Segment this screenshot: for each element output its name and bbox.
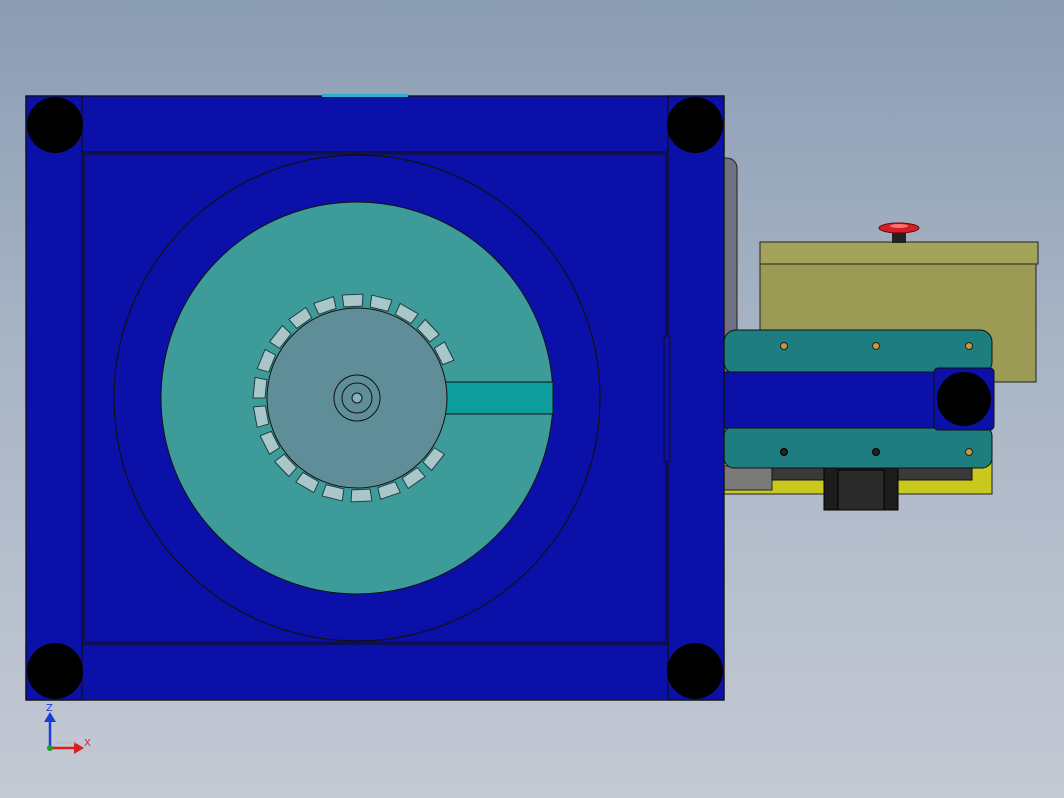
hub-bolt <box>351 392 363 404</box>
frame-top-bar <box>25 95 725 153</box>
coordinate-triad: Z X <box>44 703 91 754</box>
bolt <box>872 448 880 456</box>
conveyor-channel <box>723 371 961 429</box>
conveyor-end-foot <box>937 372 991 426</box>
bolt <box>780 448 788 456</box>
corner-foot-bottom-left <box>27 643 83 699</box>
emergency-stop-button[interactable] <box>878 222 920 243</box>
linear-conveyor[interactable] <box>723 329 995 469</box>
frame-right-bar <box>667 95 725 701</box>
bolt <box>872 342 880 350</box>
spiral-track-segment <box>350 488 373 503</box>
motor[interactable] <box>823 463 899 511</box>
corner-foot-top-right <box>667 97 723 153</box>
feed-track <box>439 381 554 415</box>
spiral-track-segment <box>252 376 268 399</box>
base-plate-grey <box>723 465 773 491</box>
triad-x-label: X <box>84 738 91 749</box>
frame-bottom-bar <box>25 643 725 701</box>
frame-left-bar <box>25 95 83 701</box>
conveyor-rail-bottom <box>723 425 993 469</box>
cad-viewport[interactable]: Z X <box>0 0 1064 798</box>
triad-z-label: Z <box>46 703 53 714</box>
conveyor-rail-top <box>723 329 993 375</box>
spiral-track-segment <box>341 293 364 308</box>
bolt <box>965 448 973 456</box>
corner-foot-bottom-right <box>667 643 723 699</box>
controller-lid <box>759 241 1039 265</box>
vibratory-bowl[interactable] <box>113 154 601 642</box>
side-slot <box>663 335 671 463</box>
bolt <box>780 342 788 350</box>
top-indicator-strip <box>322 94 408 97</box>
bolt <box>965 342 973 350</box>
corner-foot-top-left <box>27 97 83 153</box>
